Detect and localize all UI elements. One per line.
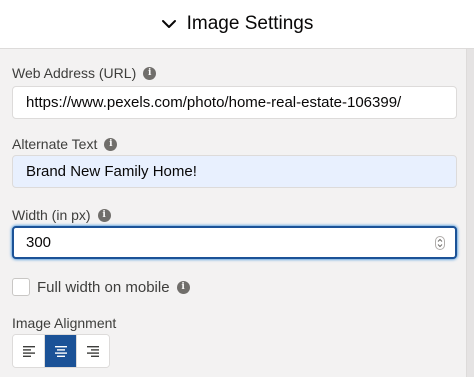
align-center-button[interactable] <box>45 335 78 367</box>
image-settings-panel: Image Settings Web Address (URL) i https… <box>0 0 474 377</box>
scrollbar[interactable] <box>466 49 474 377</box>
chevron-down-icon[interactable] <box>161 16 177 32</box>
width-input[interactable]: 300 <box>12 226 457 259</box>
mobile-full-width-text: Full width on mobile <box>37 279 170 296</box>
info-icon[interactable]: i <box>143 66 157 80</box>
alt-text-value: Brand New Family Home! <box>26 163 197 180</box>
section-title: Image Settings <box>186 13 314 34</box>
mobile-full-width-label: Full width on mobile i <box>37 279 190 296</box>
alignment-button-group <box>12 334 110 368</box>
align-left-button[interactable] <box>13 335 46 367</box>
number-spinner-icon[interactable] <box>435 235 445 250</box>
info-icon[interactable]: i <box>97 208 111 222</box>
info-icon[interactable]: i <box>104 137 118 151</box>
settings-body: Web Address (URL) i https://www.pexels.c… <box>0 49 466 377</box>
align-right-icon <box>87 346 100 357</box>
align-left-icon <box>22 346 35 357</box>
url-label: Web Address (URL) i <box>12 65 157 81</box>
url-label-text: Web Address (URL) <box>12 65 137 81</box>
url-value: https://www.pexels.com/photo/home-real-e… <box>26 94 402 111</box>
align-right-button[interactable] <box>77 335 109 367</box>
alt-text-label-text: Alternate Text <box>12 136 98 152</box>
mobile-full-width-checkbox[interactable] <box>12 278 30 296</box>
section-header[interactable]: Image Settings <box>0 0 474 49</box>
info-icon[interactable]: i <box>176 281 190 294</box>
alt-text-input[interactable]: Brand New Family Home! <box>12 155 457 188</box>
alignment-label: Image Alignment <box>12 315 116 331</box>
alignment-label-text: Image Alignment <box>12 315 117 331</box>
url-input[interactable]: https://www.pexels.com/photo/home-real-e… <box>12 86 457 119</box>
width-label: Width (in px) i <box>12 207 111 223</box>
width-value: 300 <box>26 234 52 251</box>
width-label-text: Width (in px) <box>12 207 91 223</box>
align-center-icon <box>54 346 67 357</box>
alt-text-label: Alternate Text i <box>12 136 118 152</box>
